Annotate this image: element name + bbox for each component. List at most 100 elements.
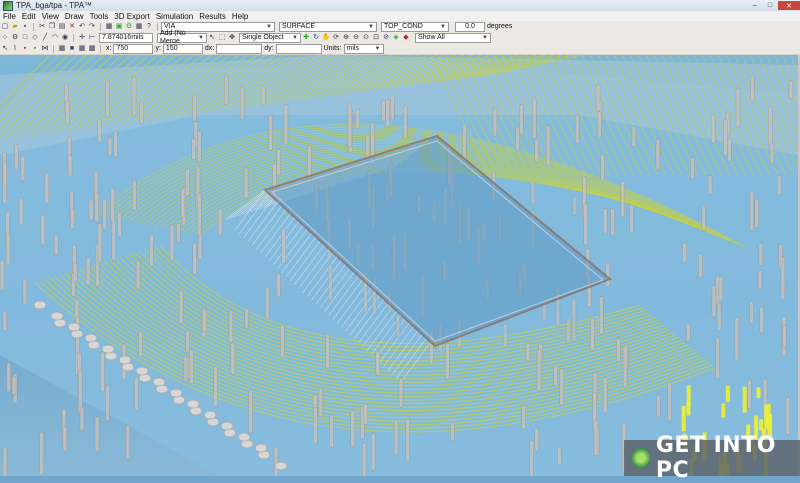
pcb-3d-viewport[interactable] xyxy=(0,55,800,476)
open-folder-icon[interactable]: ▰ xyxy=(11,23,19,31)
menu-file[interactable]: File xyxy=(0,12,19,21)
mesh-view-icon[interactable]: ▩ xyxy=(88,45,96,53)
via-pin xyxy=(757,270,763,290)
angle-input[interactable]: 0.0 xyxy=(455,21,485,32)
grid-icon[interactable]: ▦ xyxy=(105,23,113,31)
select-icon[interactable]: ↖ xyxy=(1,45,9,53)
chevron-down-icon: ▼ xyxy=(368,23,374,30)
via-pin xyxy=(313,407,318,445)
close-button[interactable]: ✕ xyxy=(778,1,800,10)
via-pin xyxy=(616,338,621,362)
component-icon[interactable]: ▪ xyxy=(21,45,29,53)
via-pin xyxy=(715,337,720,379)
line-tool-icon[interactable]: ╱ xyxy=(41,34,49,42)
via-pin xyxy=(716,302,722,332)
visibility-filter-select[interactable]: Show All ▼ xyxy=(415,32,491,43)
units-label: Units: xyxy=(323,45,342,52)
via-pin xyxy=(107,137,113,156)
select-area-icon[interactable]: ⬚ xyxy=(218,34,226,42)
view-3d-icon[interactable]: ◈ xyxy=(392,34,400,42)
minimize-button[interactable]: – xyxy=(748,1,762,10)
view-top-icon[interactable]: ◆ xyxy=(402,34,410,42)
via-pin xyxy=(244,308,249,329)
via-pin xyxy=(149,234,154,267)
via-pin xyxy=(559,368,564,406)
circle-tool-icon[interactable]: ○ xyxy=(1,34,9,42)
via-pin xyxy=(462,124,467,162)
via-pin xyxy=(393,419,399,456)
maximize-button[interactable]: □ xyxy=(763,1,777,10)
y-coordinate-input[interactable]: 150 xyxy=(162,43,203,54)
rectangle-tool-icon[interactable]: □ xyxy=(21,34,29,42)
copy-icon[interactable]: ❐ xyxy=(48,23,56,31)
via-pin xyxy=(88,199,94,221)
units-select[interactable]: mils ▼ xyxy=(343,43,384,54)
via-pin xyxy=(545,125,551,167)
selection-mode-select[interactable]: Single Object ▼ xyxy=(239,32,301,43)
surface-select[interactable]: SURFACE ▼ xyxy=(279,21,377,32)
via-pin xyxy=(629,204,634,233)
menu-edit[interactable]: Edit xyxy=(19,12,39,21)
menu-view[interactable]: View xyxy=(39,12,62,21)
move-icon[interactable]: ✚ xyxy=(302,34,310,42)
dx-input[interactable] xyxy=(216,43,263,54)
ball-pad xyxy=(53,318,67,328)
merge-mode-select[interactable]: Add (No Merge ▼ xyxy=(157,30,207,45)
wire-icon[interactable]: ⌇ xyxy=(11,45,19,53)
highlight-pin xyxy=(681,405,686,432)
simulate-icon[interactable]: ⚙ xyxy=(125,23,133,31)
zoom-previous-icon[interactable]: ⊘ xyxy=(382,34,390,42)
x-coordinate-input[interactable]: 750 xyxy=(113,43,154,54)
via-tool-icon[interactable]: ◉ xyxy=(61,34,69,42)
via-pin xyxy=(785,397,791,436)
conductor-select[interactable]: TOP_COND ▼ xyxy=(381,21,449,32)
delete-icon[interactable]: ✕ xyxy=(68,23,76,31)
menu-results[interactable]: Results xyxy=(196,12,229,21)
zoom-fit-icon[interactable]: ⊙ xyxy=(362,34,370,42)
zoom-window-icon[interactable]: ⊡ xyxy=(372,34,380,42)
cut-icon[interactable]: ✂ xyxy=(38,23,46,31)
paste-icon[interactable]: ▤ xyxy=(58,23,66,31)
port-icon[interactable]: ▪ xyxy=(31,45,39,53)
layer-view-icon[interactable]: ▦ xyxy=(58,45,66,53)
menu-help[interactable]: Help xyxy=(229,12,251,21)
layers-icon[interactable]: ▣ xyxy=(115,23,123,31)
via-pin xyxy=(2,161,7,205)
highlight-pin xyxy=(725,385,730,403)
pointer-icon[interactable]: ↖ xyxy=(208,34,216,42)
zoom-in-icon[interactable]: ⊕ xyxy=(342,34,350,42)
pan-icon[interactable]: ✥ xyxy=(228,34,236,42)
via-pin xyxy=(217,208,223,236)
settings-icon[interactable]: ⚙ xyxy=(11,34,19,42)
measure-icon[interactable]: ⊢ xyxy=(88,34,96,42)
separator xyxy=(53,44,54,53)
orbit-icon[interactable]: ⟳ xyxy=(332,34,340,42)
arc-tool-icon[interactable]: ◠ xyxy=(51,34,59,42)
zoom-out-icon[interactable]: ⊖ xyxy=(352,34,360,42)
polygon-tool-icon[interactable]: ◇ xyxy=(31,34,39,42)
rotate-icon[interactable]: ↻ xyxy=(312,34,320,42)
menu-draw[interactable]: Draw xyxy=(62,12,87,21)
via-pin xyxy=(264,286,270,320)
menu-simulation[interactable]: Simulation xyxy=(153,12,196,21)
menu-3d-export[interactable]: 3D Export xyxy=(111,12,153,21)
new-file-icon[interactable]: ▢ xyxy=(1,23,9,31)
help-icon[interactable]: ? xyxy=(145,23,153,31)
via-pin xyxy=(169,224,175,261)
via-pin xyxy=(734,316,740,361)
ball-pad xyxy=(33,300,47,310)
undo-icon[interactable]: ↶ xyxy=(78,23,86,31)
globe-icon xyxy=(632,448,650,468)
dy-input[interactable] xyxy=(275,43,322,54)
solid-view-icon[interactable]: ■ xyxy=(68,45,76,53)
grid-size-input[interactable]: 7.874016mils xyxy=(99,32,153,43)
snap-icon[interactable]: ✛ xyxy=(78,34,86,42)
save-icon[interactable]: ▪ xyxy=(21,23,29,31)
hand-icon[interactable]: ✋ xyxy=(322,34,331,42)
redo-icon[interactable]: ↷ xyxy=(88,23,96,31)
net-icon[interactable]: ⋈ xyxy=(41,45,49,53)
menu-tools[interactable]: Tools xyxy=(87,12,112,21)
mesh-icon[interactable]: ▦ xyxy=(135,23,143,31)
ball-pad xyxy=(254,443,268,453)
grid-view-icon[interactable]: ▦ xyxy=(78,45,86,53)
